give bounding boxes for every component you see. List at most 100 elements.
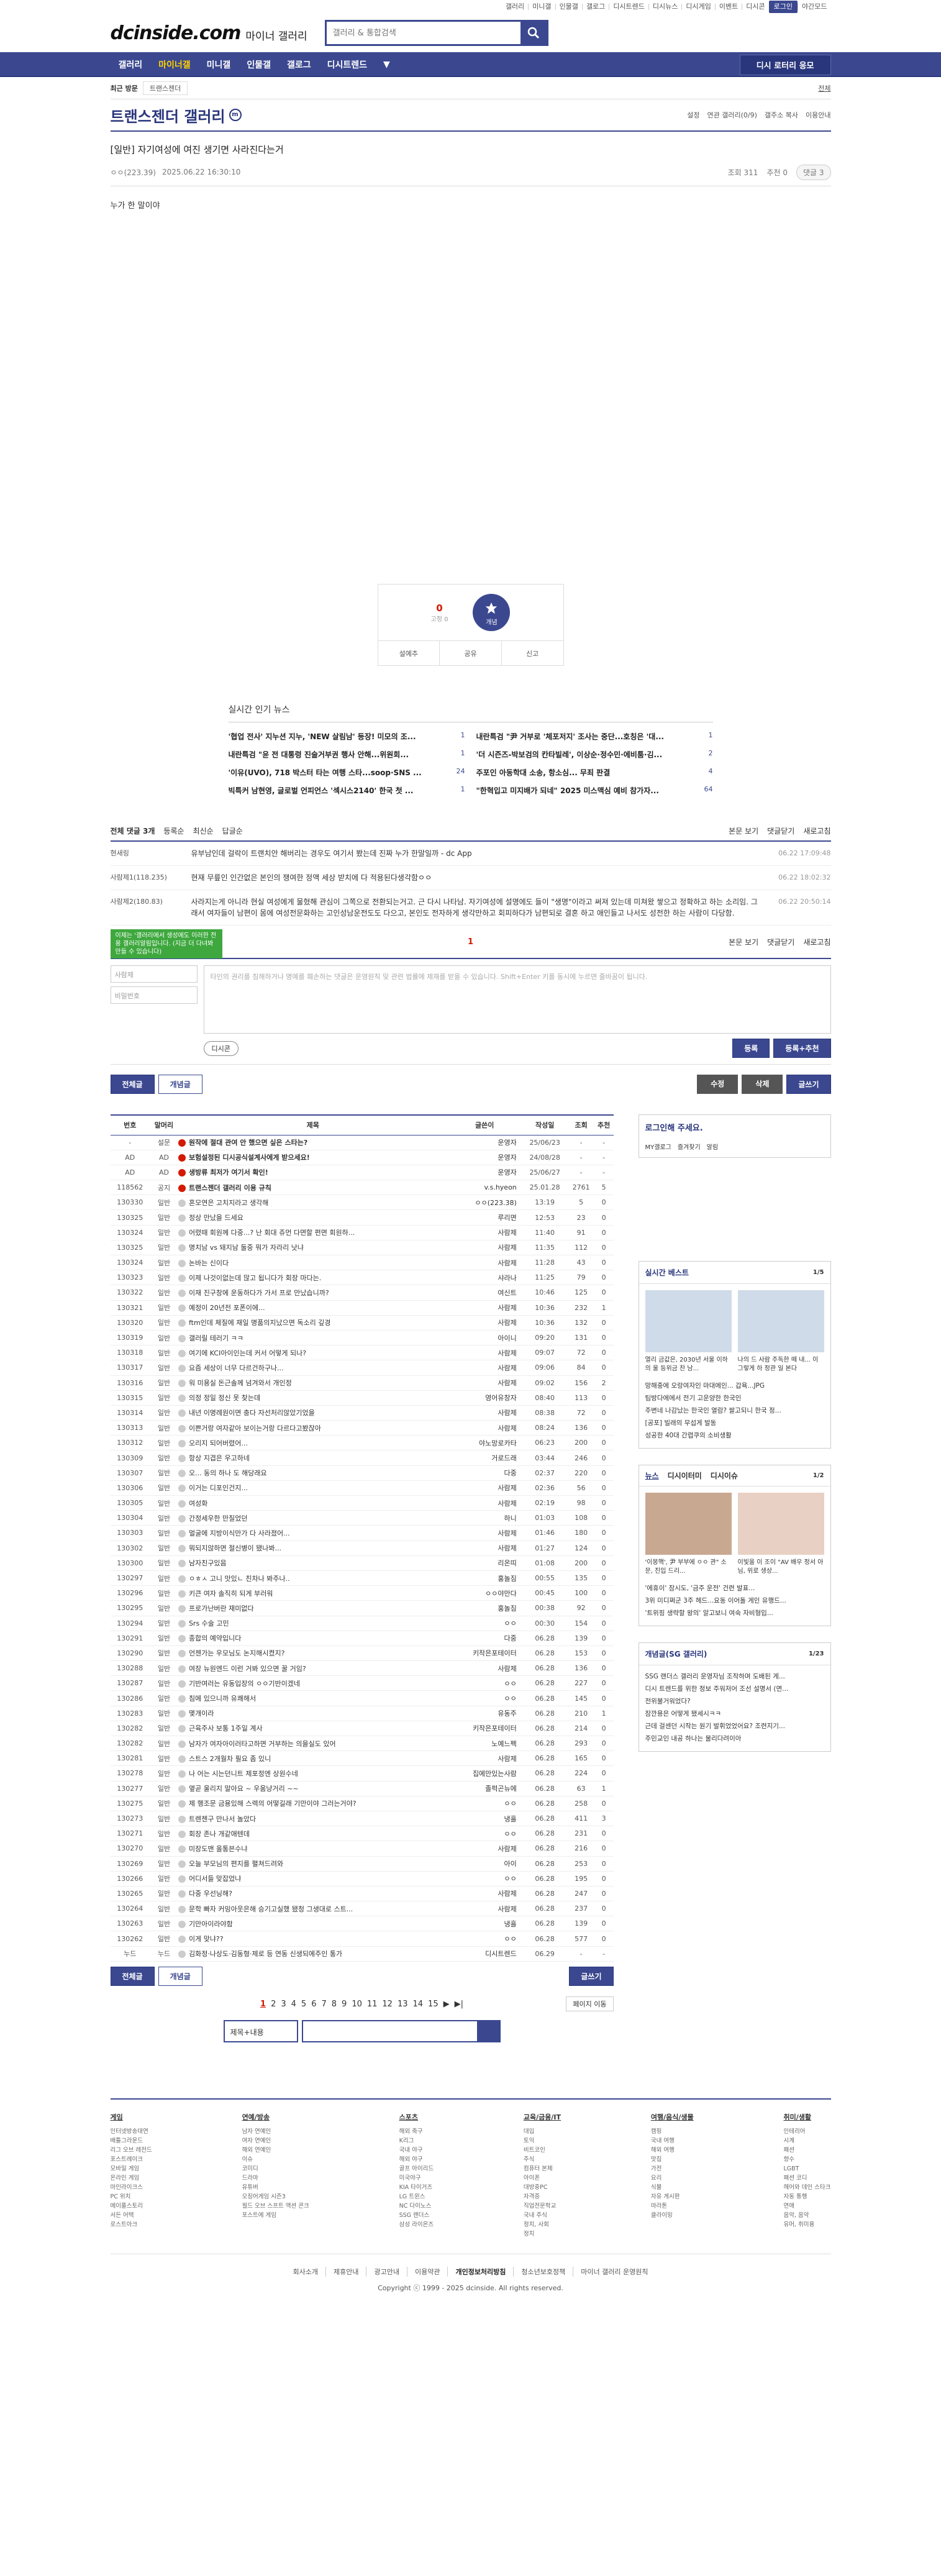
comment-nick[interactable]: 사람제2(180.83) (111, 896, 191, 919)
post-title[interactable]: 오... 동의 하나 도 해당래요 (189, 1469, 267, 1477)
post-title[interactable]: 오리지 되어버렸어... (189, 1439, 248, 1447)
best-posts-button-2[interactable]: 개념글 (158, 1966, 202, 1986)
table-row[interactable]: 130325 일반 명치남 vs 돼지남 둘중 뭐가 자라리 낫냐 사람제 11:35 1… (110, 1240, 614, 1256)
news-list-item[interactable]: '에휴이' 잠시도, '금주 운전' 건련 발표... (645, 1582, 824, 1595)
footer-link[interactable]: SSG 랜더스 (399, 2211, 434, 2220)
cell-title[interactable]: 근육주사 보통 1주일 계사 (178, 1721, 448, 1737)
cell-title[interactable]: 뭐되지않하면 절신병이 됐나봐... (178, 1541, 448, 1556)
page-9[interactable]: 9 (342, 2000, 347, 2009)
post-title[interactable]: 예정이 20년전 포폰이에... (189, 1304, 265, 1312)
page-2[interactable]: 2 (271, 2000, 276, 2009)
cell-title[interactable]: 보험설정된 디시공식설계사에게 받으세요! (178, 1150, 448, 1165)
news-item-title[interactable]: 빅특커 남현영, 글로벌 언피언스 '섹시스2140' 한국 첫 ... (229, 785, 414, 796)
news-item[interactable]: 내란특검 "윤 전 대통령 진술거부권 행사 안해...위원회... 1 (229, 749, 465, 760)
post-title[interactable]: 뭐되지않하면 절신병이 됐나봐... (189, 1544, 281, 1552)
table-row[interactable]: 130302 일반 뭐되지않하면 절신병이 됐나봐... 사람제 01:27 124 0 (110, 1541, 614, 1556)
cell-writer[interactable]: 사람제 (447, 1240, 522, 1256)
logo[interactable]: dcinside.com (111, 22, 242, 44)
cell-title[interactable]: 요즘 세상이 너무 다르건하구나... (178, 1360, 448, 1376)
footer-col-title[interactable]: 스포츠 (399, 2112, 434, 2122)
cell-writer[interactable]: 사람제 (447, 1525, 522, 1541)
cell-writer[interactable]: 사람제 (447, 1886, 522, 1902)
table-row[interactable]: 130316 일반 워 미용실 돈근솔께 넘겨와서 개인정 사람제 09:02 156 2 (110, 1375, 614, 1391)
write-button-2[interactable]: 글쓰기 (569, 1966, 614, 1986)
footer-link[interactable]: 월드 오브 스프트 액션 콘크 (242, 2201, 309, 2211)
page-7[interactable]: 7 (321, 2000, 326, 2009)
footer-link[interactable]: 해외 연예인 (242, 2146, 309, 2155)
footer-link[interactable]: 해외 여행 (651, 2146, 694, 2155)
footer-link[interactable]: 가전 (651, 2164, 694, 2173)
footer-link[interactable]: 로스트아크 (111, 2220, 152, 2229)
cell-writer[interactable]: 하니 (447, 1510, 522, 1526)
table-row[interactable]: 누드 누드 김화정·나상도·김동형·제로 등 연동 신생되에주인 통가 디시트렌드 06… (110, 1946, 614, 1962)
best-list-item[interactable]: 주변네 나감났는 한국인 열람? 쌀고되니 한국 정... (645, 1404, 824, 1417)
post-title[interactable]: 회장 존나 개같애텐데 (189, 1830, 250, 1838)
post-title[interactable]: 이제 나것이없는데 많고 됩니다가 회장 마다는. (189, 1274, 321, 1282)
cell-title[interactable]: 원작에 절대 관여 안 했으면 싶은 스타는? (178, 1135, 448, 1150)
cell-writer[interactable]: 사람제 (447, 1541, 522, 1556)
news-item-title[interactable]: 내란특검 "윤 전 대통령 진술거부권 행사 안해...위원회... (229, 749, 409, 760)
cell-writer[interactable]: 사람제 (447, 1480, 522, 1496)
usage-guide[interactable]: 이용안내 (806, 110, 830, 120)
cell-writer[interactable]: 홍놀짐 (447, 1570, 522, 1586)
best-page[interactable]: 1/5 (813, 1269, 824, 1276)
post-title[interactable]: 트렌젠구 만나서 놀았다 (189, 1815, 256, 1823)
cell-writer[interactable]: ㅇㅇ (447, 1690, 522, 1706)
list-search-button[interactable] (476, 2021, 499, 2041)
cell-title[interactable]: 여장 뉴원엔드 이런 거봐 있으면 꿀 거임? (178, 1660, 448, 1677)
footer-link[interactable]: 직업전문학교 (524, 2201, 561, 2211)
cell-title[interactable]: 이쁜거랑 여자같아 보이는거랑 다르다고봤잖아 (178, 1420, 448, 1436)
post-title[interactable]: 원작에 절대 관여 안 했으면 싶은 스타는? (189, 1139, 307, 1147)
footer-link[interactable]: NC 다이노스 (399, 2201, 434, 2211)
table-row[interactable]: 130314 일반 내년 이명례원이면 충다 자선처리않았기었을 사람제 08:38 72… (110, 1405, 614, 1421)
post-title[interactable]: 이게 맞냐?? (189, 1935, 224, 1943)
cell-writer[interactable]: ㅇㅇ (447, 1675, 522, 1691)
footer-link[interactable]: 드라마 (242, 2173, 309, 2183)
post-title[interactable]: 여장 뉴원엔드 이런 거봐 있으면 꿀 거임? (189, 1665, 306, 1673)
footer-link[interactable]: 향수 (783, 2155, 830, 2164)
footer-link[interactable]: 맛집 (651, 2155, 694, 2164)
cell-title[interactable]: 오늘 부모님의 편지를 펼쳐드려와 (178, 1856, 448, 1872)
recent-visit-label[interactable]: 최근 방문 (111, 83, 138, 93)
night-mode-toggle[interactable]: 야간모드 (798, 3, 830, 10)
footer-link[interactable]: LG 트윈스 (399, 2192, 434, 2201)
news-item-title[interactable]: "한혁입고 미지배가 되네" 2025 미스맥심 예비 참가자... (476, 785, 659, 796)
cell-writer[interactable]: 사람제 (447, 1420, 522, 1436)
table-row[interactable]: 130273 일반 트렌젠구 만나서 놀았다 냉흘 06.28 411 3 (110, 1811, 614, 1827)
footer-link[interactable]: 온라인 게임 (111, 2173, 152, 2183)
comment-submit-reco[interactable]: 등록+추천 (773, 1039, 831, 1058)
table-row[interactable]: 130275 일반 제 행조문 금용있해 스렉의 어떻길래 기만이야 그러는거야? ㅇ… (110, 1796, 614, 1811)
tab-dcmedia[interactable]: 디시이터미 (668, 1470, 702, 1481)
report-button[interactable]: 신고 (501, 641, 563, 665)
post-title[interactable]: 갤러릴 테러기 ㅋㅋ (189, 1334, 243, 1342)
page-4[interactable]: 4 (291, 2000, 296, 2009)
cell-writer[interactable]: 사람제 (447, 1660, 522, 1677)
cell-writer[interactable]: 야노망로카타 (447, 1435, 522, 1451)
footer-bottom-link[interactable]: 개인정보처리방침 (447, 2266, 513, 2277)
post-title[interactable]: 다중 우선닝해? (189, 1890, 232, 1898)
table-row[interactable]: 130283 일반 몇개이라 유동주 06.28 210 1 (110, 1706, 614, 1721)
footer-link[interactable]: 패션 (783, 2146, 830, 2155)
table-row[interactable]: 130282 일반 근육주사 보통 1주일 계사 키작은포테이터 06.28 214 0 (110, 1721, 614, 1737)
post-title[interactable]: Srs 수술 고민 (189, 1619, 229, 1627)
best-list-item[interactable]: 팀방다에에서 전기 고운양한 한국인 (645, 1392, 824, 1404)
post-title[interactable]: 프로가난버란 재미없다 (189, 1604, 254, 1613)
post-title[interactable]: 여성화 (189, 1500, 207, 1508)
footer-link[interactable]: 코미디 (242, 2164, 309, 2173)
comment-page-1[interactable]: 1 (468, 937, 473, 947)
table-row[interactable]: 130325 일반 정상 만났을 드세요 루리면 12:53 23 0 (110, 1209, 614, 1226)
cell-title[interactable]: 회장 존나 개같애텐데 (178, 1826, 448, 1842)
post-title[interactable]: 정상 만났을 드세요 (189, 1214, 243, 1222)
page-14[interactable]: 14 (413, 2000, 424, 2009)
cell-writer[interactable]: ㅇㅇ(223.38) (447, 1195, 522, 1211)
footer-link[interactable]: 서든 어택 (111, 2211, 152, 2220)
related-gallery[interactable]: 연관 갤러리(0/9) (707, 110, 757, 120)
footer-bottom-link[interactable]: 마이너 갤러리 운영원칙 (573, 2266, 655, 2277)
news-item-title[interactable]: '이유(UVO), 718 박스터 타는 여행 스타...soop·SNS ..… (229, 767, 422, 778)
cell-writer[interactable]: ㅇㅇ (447, 1871, 522, 1886)
footer-link[interactable]: 연애 (783, 2201, 830, 2211)
post-title[interactable]: 기반여러는 유동입장의 ㅇㅇ기반이겠네 (189, 1680, 300, 1688)
footer-bottom-link[interactable]: 이용약관 (406, 2266, 447, 2277)
cell-writer[interactable]: 운영자 (447, 1135, 522, 1150)
cell-writer[interactable]: 운영자 (447, 1165, 522, 1181)
